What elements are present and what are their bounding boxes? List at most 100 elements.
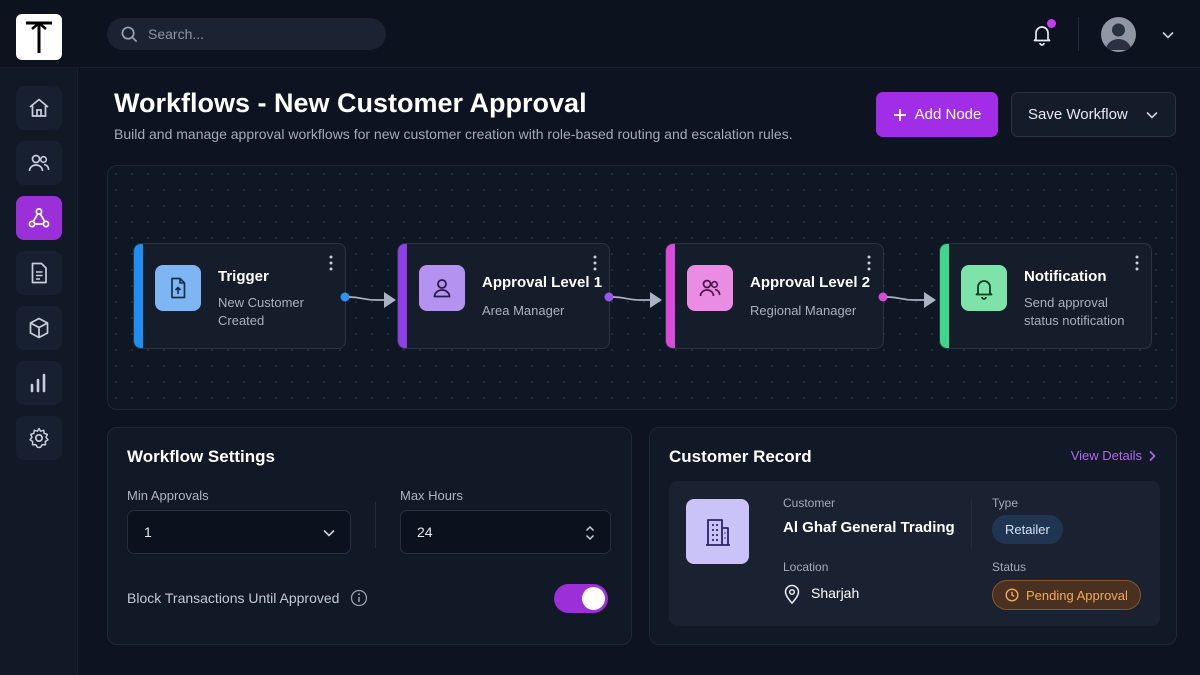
search-icon [121, 26, 138, 42]
node-title: Notification [1024, 268, 1107, 285]
sidebar-item-home[interactable] [16, 86, 62, 130]
bell-icon [975, 280, 993, 300]
divider [971, 499, 972, 549]
min-approvals-value: 1 [144, 524, 152, 540]
min-approvals-label: Min Approvals [127, 488, 209, 503]
sidebar-item-reports[interactable] [16, 361, 62, 405]
more-vertical-icon[interactable] [329, 255, 333, 271]
more-vertical-icon[interactable] [593, 255, 597, 271]
building-icon [705, 518, 730, 546]
divider [1078, 17, 1079, 51]
node-title: Approval Level 1 [482, 274, 603, 291]
sidebar-item-products[interactable] [16, 306, 62, 350]
page-subtitle: Build and manage approval workflows for … [114, 126, 793, 142]
building-icon-box [686, 499, 749, 564]
connector-arrow [878, 292, 936, 308]
more-vertical-icon[interactable] [1135, 255, 1139, 271]
node-desc-line: Send approval [1024, 295, 1108, 310]
workflow-node-trigger[interactable]: Trigger New Customer Created [133, 243, 346, 349]
page-title: Workflows - New Customer Approval [114, 88, 587, 118]
view-details-link[interactable]: View Details [1071, 448, 1157, 463]
node-desc-line: Area Manager [482, 303, 565, 318]
sidebar-item-workflows[interactable] [16, 196, 62, 240]
sidebar-item-users[interactable] [16, 141, 62, 185]
chevron-down-icon[interactable] [1161, 28, 1175, 42]
min-approvals-select[interactable]: 1 [127, 510, 351, 554]
map-pin-icon [784, 584, 800, 604]
connector-arrow [340, 292, 396, 308]
workflow-node-notification[interactable]: Notification Send approval status notifi… [939, 243, 1152, 349]
more-vertical-icon[interactable] [867, 255, 871, 271]
panel-title: Customer Record [669, 447, 812, 466]
document-icon [31, 262, 47, 284]
customer-name: Al Ghaf General Trading [783, 519, 955, 536]
status-badge: Pending Approval [992, 580, 1141, 610]
block-transactions-toggle[interactable] [554, 584, 608, 613]
users-icon [28, 154, 50, 172]
workflow-settings-panel: Workflow Settings Min Approvals 1 Max Ho… [107, 427, 632, 645]
stepper-arrows-icon[interactable] [584, 524, 596, 542]
sidebar-item-documents[interactable] [16, 251, 62, 295]
customer-record-card[interactable]: Customer Al Ghaf General Trading Type Re… [669, 481, 1160, 626]
status-label: Status [992, 560, 1027, 574]
notification-badge [1047, 19, 1056, 28]
info-icon[interactable] [350, 589, 368, 607]
search-input[interactable] [148, 26, 368, 42]
node-accent-bar [134, 244, 143, 348]
node-accent-bar [398, 244, 407, 348]
clock-icon [1005, 588, 1019, 602]
workflow-canvas[interactable]: Trigger New Customer Created Approval Le… [107, 165, 1177, 410]
divider [375, 502, 376, 548]
panel-title: Workflow Settings [127, 447, 275, 466]
node-accent-bar [940, 244, 949, 348]
user-avatar-icon [1106, 23, 1131, 50]
max-hours-value: 24 [417, 524, 433, 540]
file-upload-icon [171, 277, 186, 299]
max-hours-label: Max Hours [400, 488, 463, 503]
workflow-node-approval-level-2[interactable]: Approval Level 2 Regional Manager [665, 243, 884, 349]
avatar[interactable] [1101, 17, 1136, 52]
workflow-node-approval-level-1[interactable]: Approval Level 1 Area Manager [397, 243, 610, 349]
connector-arrow [604, 292, 662, 308]
add-node-button[interactable]: Add Node [876, 92, 998, 137]
type-value: Retailer [1005, 522, 1050, 537]
node-desc-line: status notification [1024, 313, 1125, 328]
node-description: Area Manager [482, 302, 609, 320]
node-icon-box [419, 265, 465, 311]
node-icon-box [155, 265, 201, 311]
add-node-label: Add Node [914, 106, 982, 123]
node-description: Regional Manager [750, 302, 880, 320]
node-title: Trigger [218, 268, 269, 285]
app-logo[interactable] [16, 14, 62, 60]
node-title: Approval Level 2 [750, 274, 871, 291]
sidebar [0, 68, 78, 675]
location-value: Sharjah [811, 585, 860, 601]
save-workflow-dropdown[interactable]: Save Workflow [1011, 92, 1176, 137]
bar-chart-icon [30, 373, 46, 393]
node-icon-box [687, 265, 733, 311]
home-icon [29, 98, 49, 117]
toggle-knob [582, 587, 605, 610]
type-label: Type [992, 496, 1019, 510]
top-bar [0, 0, 1200, 68]
workflow-icon [28, 208, 50, 228]
box-icon [29, 317, 49, 339]
node-description: Send approval status notification [1024, 294, 1149, 330]
gear-icon [29, 427, 49, 449]
node-accent-bar [666, 244, 675, 348]
max-hours-stepper[interactable]: 24 [400, 510, 611, 554]
user-icon [433, 279, 451, 298]
users-icon [699, 279, 721, 297]
node-description: New Customer Created [218, 294, 345, 330]
search-bar[interactable] [107, 18, 386, 50]
node-icon-box [961, 265, 1007, 311]
node-desc-line: New Customer [218, 295, 304, 310]
block-transactions-label: Block Transactions Until Approved [127, 590, 340, 606]
notifications-button[interactable] [1030, 19, 1056, 46]
chevron-down-icon [323, 529, 335, 537]
type-badge: Retailer [992, 515, 1063, 544]
plus-icon [893, 108, 906, 121]
location-label: Location [783, 560, 829, 574]
sidebar-item-settings[interactable] [16, 416, 62, 460]
customer-record-panel: Customer Record View Details Customer Al… [649, 427, 1177, 645]
